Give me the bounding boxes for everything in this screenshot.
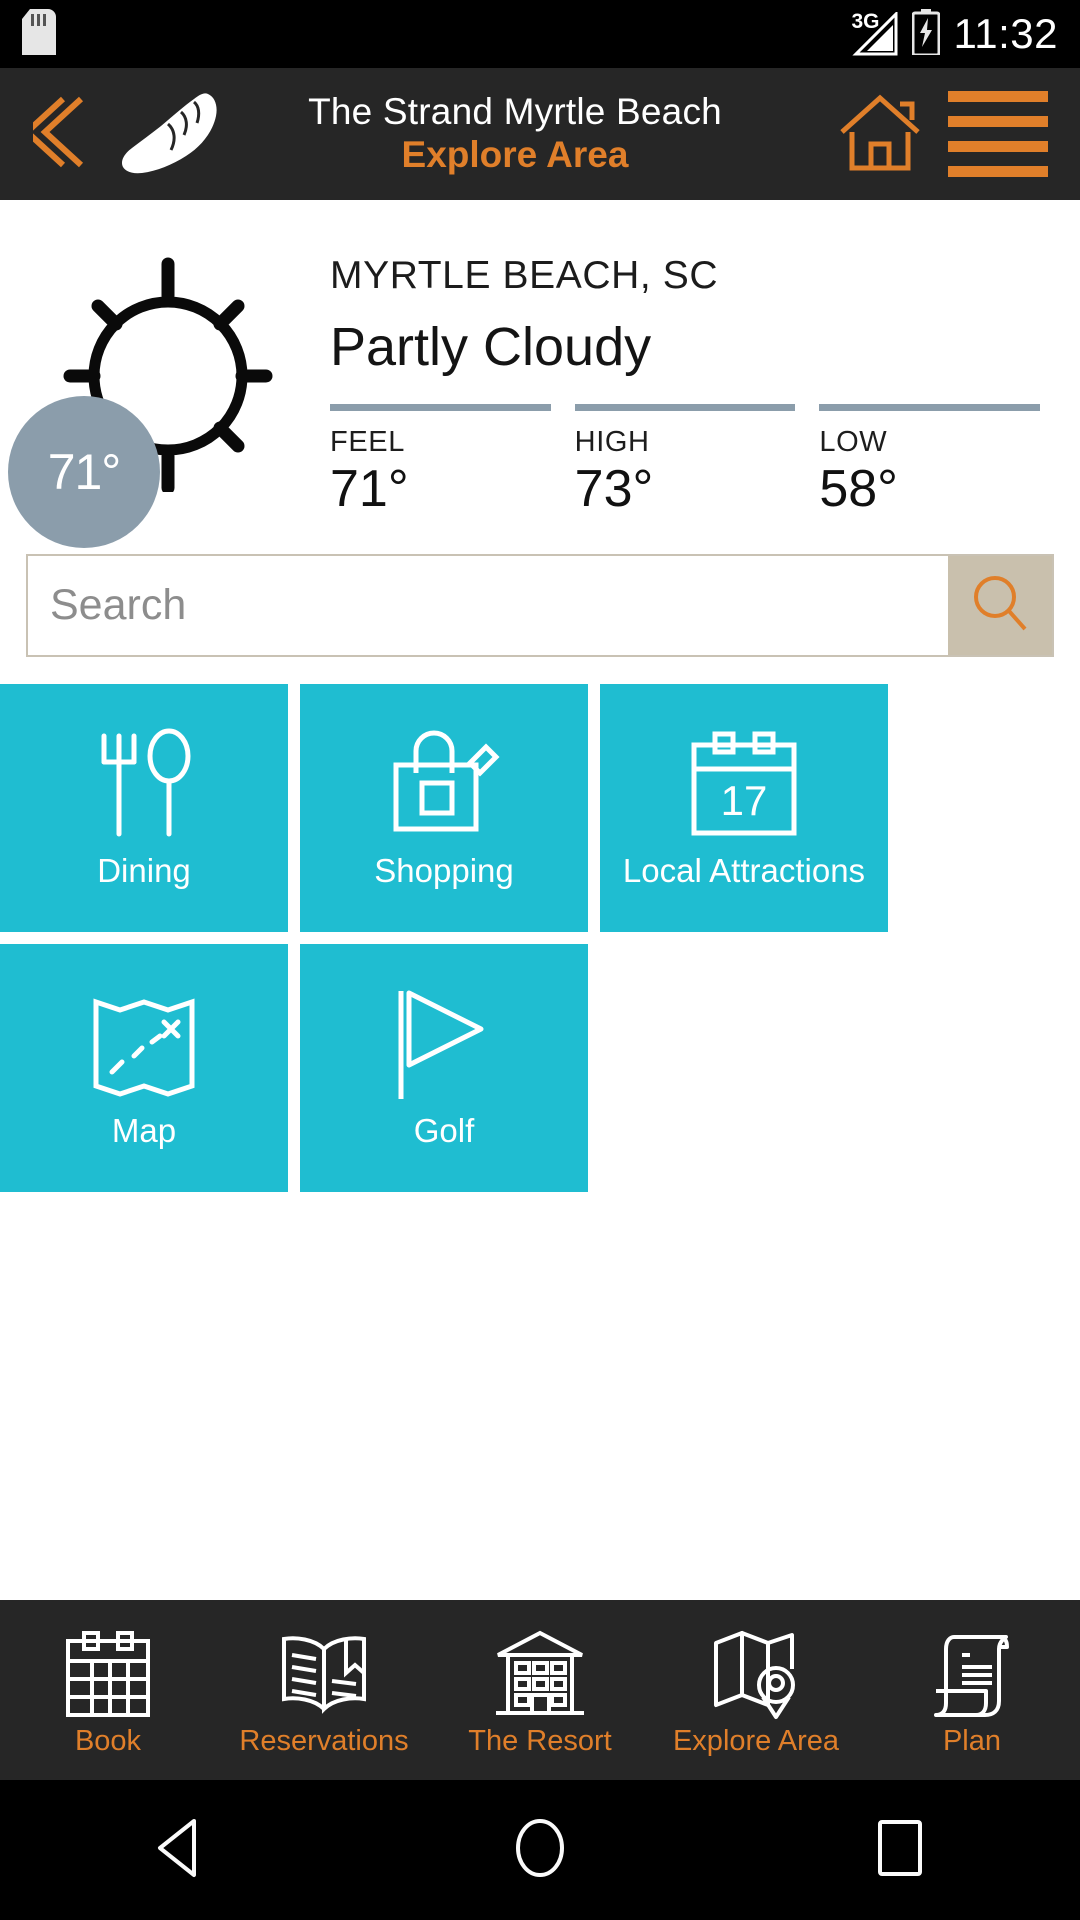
- calendar-icon: [62, 1625, 154, 1721]
- status-bar-right: 3G 11:32: [851, 8, 1059, 60]
- tile-local-attractions[interactable]: 17 Local Attractions: [600, 684, 888, 932]
- tile-shopping[interactable]: Shopping: [300, 684, 588, 932]
- search-box[interactable]: [26, 553, 1054, 657]
- hamburger-menu-icon: [948, 166, 1048, 177]
- battery-charging-icon: [911, 8, 940, 60]
- android-back-button[interactable]: [0, 1817, 360, 1884]
- tile-label: Map: [111, 1112, 177, 1149]
- android-home-icon: [511, 1817, 569, 1884]
- phone-screen: 3G 11:32 The Strand Myrtle Beach Explore…: [0, 0, 1080, 1920]
- app-header: The Strand Myrtle Beach Explore Area: [0, 68, 1080, 200]
- stat-label: LOW: [819, 425, 888, 458]
- home-button[interactable]: [834, 92, 926, 177]
- stat-label: HIGH: [574, 425, 650, 458]
- tile-map[interactable]: Map: [0, 944, 288, 1192]
- calendar-day-number: 17: [721, 777, 768, 824]
- nav-label: Book: [74, 1724, 142, 1757]
- weather-city: MYRTLE BEACH, SC: [330, 254, 719, 297]
- nav-label: The Resort: [468, 1724, 612, 1757]
- current-temperature-value: 71°: [47, 444, 122, 500]
- home-icon: [838, 92, 922, 177]
- weather-stat-low: LOW 58°: [819, 403, 1041, 518]
- weather-stats: FEEL 71° HIGH 73° LOW 58°: [330, 403, 1041, 518]
- tile-label: Dining: [97, 852, 191, 889]
- open-book-icon: [276, 1625, 372, 1721]
- hamburger-menu-icon: [948, 141, 1048, 152]
- search-icon: [967, 570, 1033, 641]
- signal-bars-icon: 3G: [851, 10, 898, 56]
- header-titles: The Strand Myrtle Beach Explore Area: [196, 91, 834, 176]
- nav-label: Reservations: [239, 1724, 409, 1757]
- android-recents-icon: [874, 1818, 926, 1883]
- search-input[interactable]: [28, 555, 948, 655]
- scroll-document-icon: [924, 1625, 1020, 1721]
- weather-stat-high: HIGH 73°: [574, 403, 796, 518]
- tile-label: Local Attractions: [622, 852, 866, 889]
- page-title: The Strand Myrtle Beach: [308, 91, 722, 133]
- status-bar-clock: 11:32: [953, 10, 1058, 57]
- stat-label: FEEL: [330, 425, 405, 458]
- stat-divider: [574, 403, 796, 411]
- tile-golf[interactable]: Golf: [300, 944, 588, 1192]
- page-subtitle: Explore Area: [401, 133, 629, 175]
- hamburger-menu-icon: [948, 116, 1048, 127]
- nav-label: Plan: [942, 1724, 1002, 1757]
- building-icon: [492, 1625, 588, 1721]
- android-navigation-bar: [0, 1780, 1080, 1920]
- fork-and-spoon-icon: [91, 728, 197, 840]
- stat-value: 71°: [330, 459, 409, 518]
- search-button[interactable]: [948, 555, 1052, 655]
- tile-label: Shopping: [374, 852, 514, 889]
- nav-item-book[interactable]: Book: [0, 1625, 216, 1756]
- tile-dining[interactable]: Dining: [0, 684, 288, 932]
- treasure-map-icon: [86, 990, 202, 1100]
- current-temperature-badge: 71°: [8, 396, 160, 548]
- stat-divider: [819, 403, 1041, 411]
- android-home-button[interactable]: [360, 1817, 720, 1884]
- sd-card-icon: [22, 8, 56, 60]
- nav-item-the-resort[interactable]: The Resort: [432, 1625, 648, 1756]
- map-pin-icon: [708, 1625, 804, 1721]
- calendar-17-icon: 17: [687, 730, 801, 840]
- network-type-label: 3G: [851, 10, 880, 33]
- android-status-bar: 3G 11:32: [0, 0, 1080, 68]
- android-back-icon: [150, 1817, 210, 1884]
- nav-item-plan[interactable]: Plan: [864, 1625, 1080, 1756]
- weather-condition: Partly Cloudy: [330, 317, 652, 377]
- back-button[interactable]: [22, 94, 94, 175]
- weather-panel[interactable]: 71° MYRTLE BEACH, SC Partly Cloudy FEEL …: [0, 200, 1080, 548]
- status-bar-left: [22, 8, 56, 60]
- category-tile-grid: Dining Shopping 17 Local Attractions Map…: [0, 680, 1080, 1600]
- stat-divider: [330, 403, 551, 411]
- golf-flag-icon: [389, 990, 499, 1100]
- weather-stat-feel: FEEL 71°: [330, 403, 551, 518]
- stat-value: 73°: [574, 459, 654, 518]
- stat-value: 58°: [819, 459, 898, 518]
- nav-item-explore-area[interactable]: Explore Area: [648, 1625, 864, 1756]
- android-recents-button[interactable]: [720, 1818, 1080, 1883]
- nav-item-reservations[interactable]: Reservations: [216, 1625, 432, 1756]
- menu-button[interactable]: [944, 91, 1052, 177]
- weather-icon-column: 71°: [0, 246, 330, 548]
- shopping-bag-icon: [388, 730, 500, 840]
- hamburger-menu-icon: [948, 91, 1048, 102]
- search-row: [0, 530, 1080, 680]
- tile-label: Golf: [413, 1112, 475, 1149]
- nav-label: Explore Area: [672, 1724, 840, 1757]
- back-chevron-icon: [22, 94, 89, 175]
- weather-info: MYRTLE BEACH, SC Partly Cloudy FEEL 71° …: [330, 246, 1080, 515]
- bottom-navigation: Book Reservations The Resort Explore Are…: [0, 1600, 1080, 1780]
